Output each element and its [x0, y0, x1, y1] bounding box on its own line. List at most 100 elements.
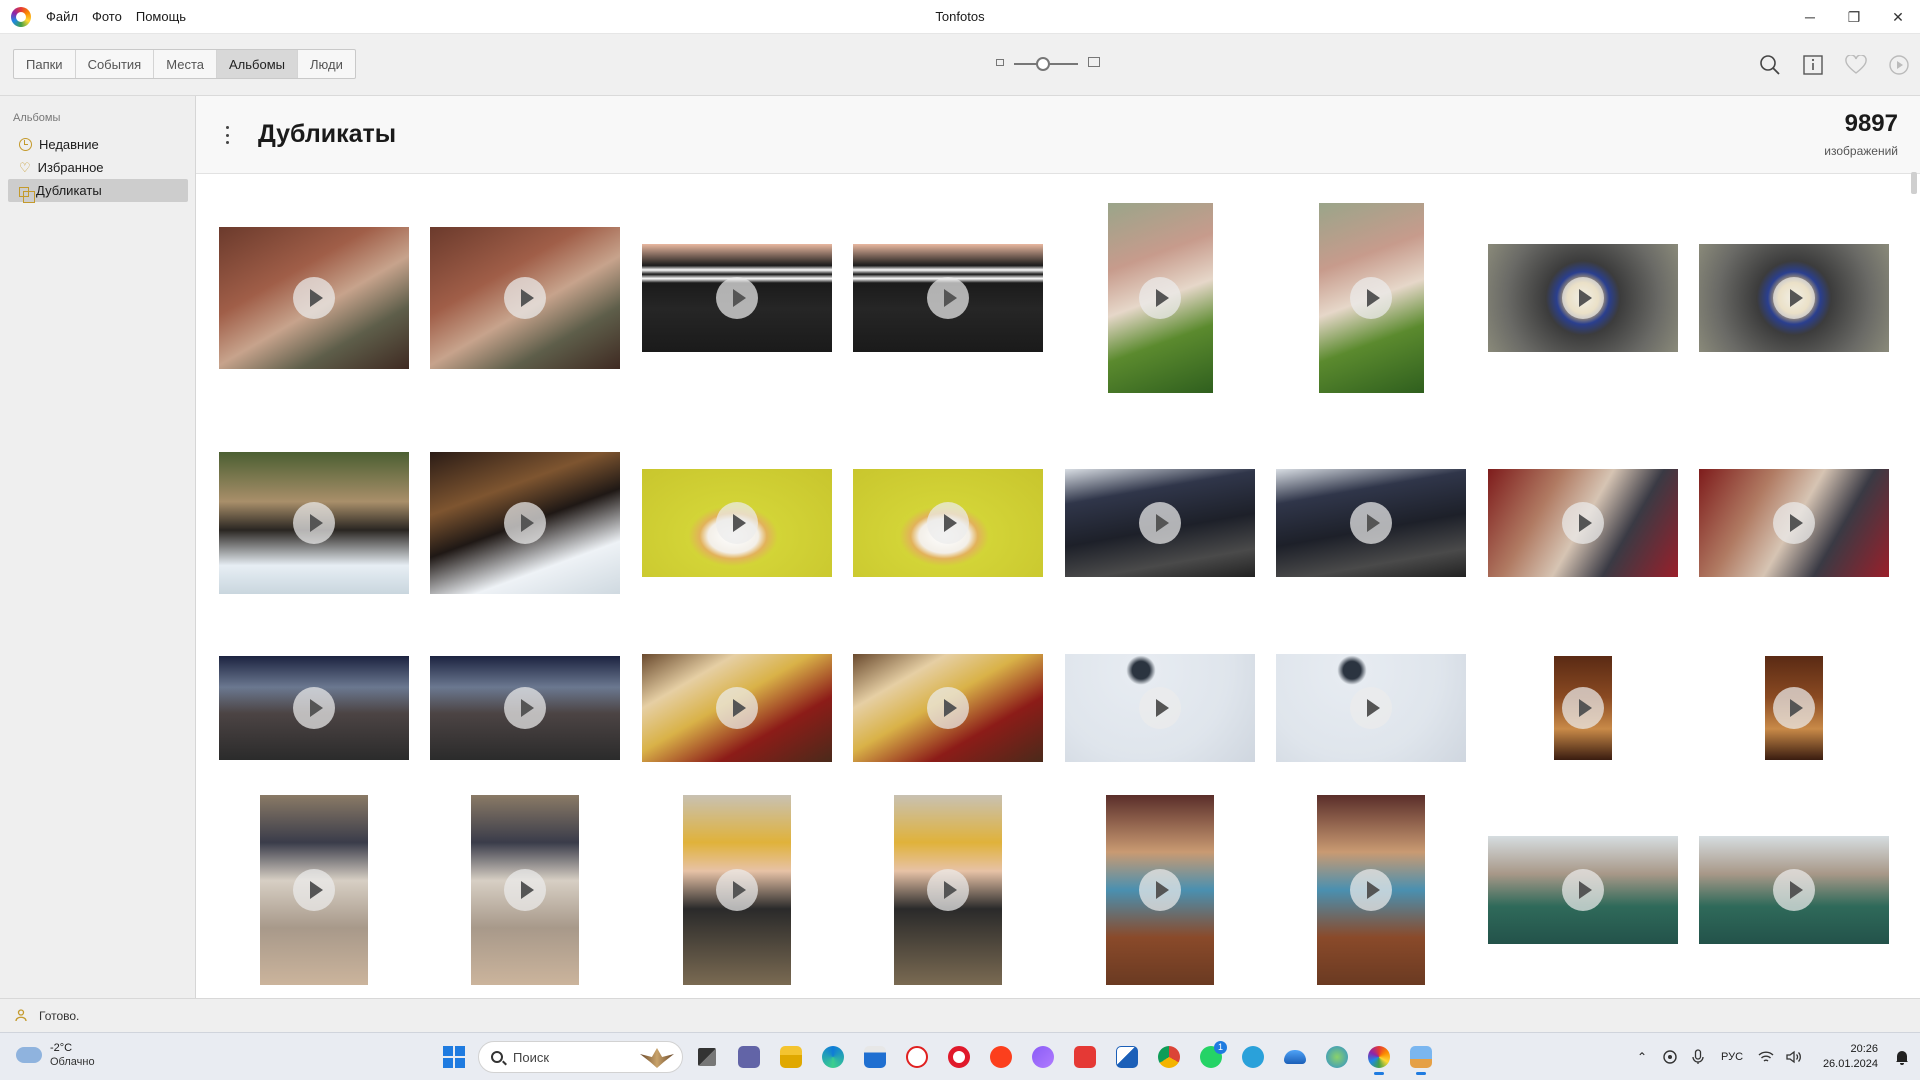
- menu-bar: Файл Фото Помощь: [46, 9, 186, 24]
- wps-office-app[interactable]: [1067, 1039, 1103, 1075]
- video-thumbnail[interactable]: [842, 192, 1054, 404]
- weather-widget[interactable]: -2°C Облачно: [16, 1041, 95, 1069]
- video-thumbnail[interactable]: [1265, 784, 1477, 996]
- grid-scrollbar[interactable]: [1910, 172, 1918, 978]
- tab-events[interactable]: События: [76, 50, 155, 78]
- store-app[interactable]: [857, 1039, 893, 1075]
- play-icon: [1139, 277, 1181, 319]
- tab-places[interactable]: Места: [154, 50, 217, 78]
- search-icon: [491, 1051, 503, 1063]
- thumbnail-image: [1276, 654, 1466, 762]
- slider-handle[interactable]: [1035, 57, 1050, 71]
- video-thumbnail[interactable]: [1688, 784, 1900, 996]
- video-thumbnail[interactable]: [1477, 417, 1689, 629]
- video-thumbnail[interactable]: [1265, 417, 1477, 629]
- video-thumbnail[interactable]: [842, 602, 1054, 814]
- video-thumbnail[interactable]: [208, 417, 420, 629]
- weather-description: Облачно: [50, 1056, 95, 1068]
- close-button[interactable]: ✕: [1876, 0, 1920, 34]
- video-thumbnail[interactable]: [208, 784, 420, 996]
- video-thumbnail[interactable]: [1688, 602, 1900, 814]
- task-view-button[interactable]: [689, 1039, 725, 1075]
- tonfotos-app[interactable]: [1361, 1039, 1397, 1075]
- menu-help[interactable]: Помощь: [136, 9, 186, 24]
- scrollbar-thumb[interactable]: [1911, 172, 1917, 194]
- search-button[interactable]: [1748, 45, 1791, 85]
- wifi-button[interactable]: [1752, 1043, 1780, 1071]
- tray-overflow-button[interactable]: ⌃: [1628, 1043, 1656, 1071]
- video-thumbnail[interactable]: [631, 602, 843, 814]
- pen-icon: [1116, 1046, 1138, 1068]
- video-thumbnail[interactable]: [631, 192, 843, 404]
- tab-people[interactable]: Люди: [298, 50, 355, 78]
- clock-icon: [19, 138, 32, 151]
- video-thumbnail[interactable]: [631, 784, 843, 996]
- language-indicator[interactable]: РУС: [1712, 1043, 1752, 1071]
- start-button[interactable]: [436, 1039, 472, 1075]
- sidebar-item-recent[interactable]: Недавние: [8, 133, 188, 156]
- microphone-button[interactable]: [1684, 1043, 1712, 1071]
- minimize-button[interactable]: ─: [1788, 0, 1832, 34]
- opera-app[interactable]: [941, 1039, 977, 1075]
- video-thumbnail[interactable]: [1054, 602, 1266, 814]
- taskbar-search[interactable]: Поиск: [478, 1041, 683, 1073]
- album-title: Дубликаты: [258, 120, 397, 148]
- thumbnail-image: [1488, 469, 1678, 577]
- video-thumbnail[interactable]: [1477, 192, 1689, 404]
- tab-albums[interactable]: Альбомы: [216, 50, 298, 78]
- video-thumbnail[interactable]: [1265, 602, 1477, 814]
- teams-app[interactable]: [731, 1039, 767, 1075]
- volume-button[interactable]: [1780, 1043, 1808, 1071]
- sidebar-item-duplicates[interactable]: Дубликаты: [8, 179, 188, 203]
- video-thumbnail[interactable]: [631, 417, 843, 629]
- tab-folders[interactable]: Папки: [14, 50, 76, 78]
- window-title: Tonfotos: [935, 9, 985, 24]
- network-app[interactable]: [1319, 1039, 1355, 1075]
- video-thumbnail[interactable]: [1054, 784, 1266, 996]
- telegram-app[interactable]: [1235, 1039, 1271, 1075]
- video-thumbnail[interactable]: [208, 602, 420, 814]
- video-thumbnail[interactable]: [419, 417, 631, 629]
- drawing-app[interactable]: [1109, 1039, 1145, 1075]
- video-thumbnail[interactable]: [842, 784, 1054, 996]
- notifications-button[interactable]: [1884, 1049, 1920, 1065]
- yandex-app[interactable]: [983, 1039, 1019, 1075]
- app-logo-icon: [11, 7, 31, 27]
- video-thumbnail[interactable]: [1688, 192, 1900, 404]
- thumbnail-image: [642, 244, 832, 352]
- thumbnail-size-slider[interactable]: [996, 55, 1100, 75]
- play-icon: [1562, 687, 1604, 729]
- tray-app-button[interactable]: [1656, 1043, 1684, 1071]
- play-icon: [293, 502, 335, 544]
- video-thumbnail[interactable]: [1054, 417, 1266, 629]
- video-thumbnail[interactable]: [419, 784, 631, 996]
- file-explorer-app[interactable]: [773, 1039, 809, 1075]
- video-thumbnail[interactable]: [419, 192, 631, 404]
- menu-photo[interactable]: Фото: [92, 9, 122, 24]
- maximize-button[interactable]: ❐: [1832, 0, 1876, 34]
- info-button[interactable]: [1791, 45, 1834, 85]
- yandex-browser-app[interactable]: [899, 1039, 935, 1075]
- sidebar-item-favorites[interactable]: ♡ Избранное: [8, 156, 188, 179]
- video-thumbnail[interactable]: [208, 192, 420, 404]
- favorite-button[interactable]: [1834, 45, 1877, 85]
- video-thumbnail[interactable]: [419, 602, 631, 814]
- microphone-icon: [1692, 1049, 1704, 1064]
- whatsapp-app[interactable]: 1: [1193, 1039, 1229, 1075]
- album-menu-button[interactable]: [226, 126, 230, 144]
- video-thumbnail[interactable]: [842, 417, 1054, 629]
- menu-file[interactable]: Файл: [46, 9, 78, 24]
- edge-app[interactable]: [815, 1039, 851, 1075]
- alice-app[interactable]: [1025, 1039, 1061, 1075]
- video-thumbnail[interactable]: [1054, 192, 1266, 404]
- play-icon: [1773, 277, 1815, 319]
- slideshow-button[interactable]: [1877, 45, 1920, 85]
- viewer-app[interactable]: [1403, 1039, 1439, 1075]
- video-thumbnail[interactable]: [1265, 192, 1477, 404]
- video-thumbnail[interactable]: [1477, 784, 1689, 996]
- video-thumbnail[interactable]: [1688, 417, 1900, 629]
- video-thumbnail[interactable]: [1477, 602, 1689, 814]
- chrome-app[interactable]: [1151, 1039, 1187, 1075]
- clock[interactable]: 20:26 26.01.2024: [1808, 1042, 1884, 1072]
- onedrive-app[interactable]: [1277, 1039, 1313, 1075]
